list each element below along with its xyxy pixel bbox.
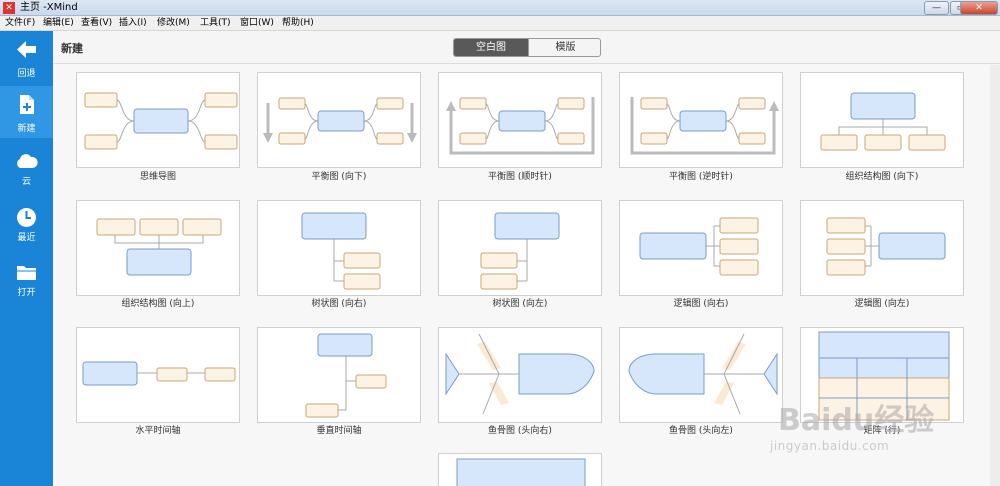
sidebar: 回退 新建 云 最近 打开: [0, 31, 53, 486]
page-title: 新建: [61, 42, 83, 55]
back-arrow-icon: [17, 41, 36, 58]
content-header: 新建 空白图 模版: [53, 31, 1000, 64]
sidebar-item-label: 云: [21, 177, 31, 187]
template-card-tree-left[interactable]: [438, 200, 602, 296]
mindmap-preview: [84, 92, 238, 150]
cloud-icon: [17, 154, 38, 168]
menu-view[interactable]: 查看(V): [81, 17, 112, 30]
org-down-preview: [820, 92, 946, 151]
template-label: 垂直时间轴: [316, 426, 362, 436]
sidebar-item-label: 打开: [17, 288, 36, 298]
template-card-mindmap[interactable]: [76, 72, 240, 168]
tab-blank-map[interactable]: 空白图: [454, 39, 528, 56]
sidebar-item-label: 回退: [17, 69, 36, 79]
template-label: 思维导图: [139, 172, 176, 182]
fishbone-left-preview: [628, 333, 778, 415]
menu-tools[interactable]: 工具(T): [200, 17, 231, 30]
template-card-timeline-horizontal[interactable]: [76, 327, 240, 423]
template-label: 组织结构图 (向下): [845, 172, 919, 182]
menu-window[interactable]: 窗口(W): [240, 17, 274, 30]
partial-preview: [456, 458, 586, 486]
menu-insert[interactable]: 插入(I): [119, 17, 147, 30]
xmind-window: ✕ 主页 -XMind — ▭ ✕ 文件(F) 编辑(E) 查看(V) 插入(I…: [0, 0, 1000, 486]
baidu-watermark: Baidu经验 jingyan.baidu.com: [770, 395, 985, 465]
template-label: 树状图 (向右): [311, 299, 367, 309]
menu-help[interactable]: 帮助(H): [282, 17, 314, 30]
window-title: 主页 -XMind: [20, 2, 78, 13]
balance-clockwise-preview: [446, 97, 595, 155]
menu-modify[interactable]: 修改(M): [157, 17, 190, 30]
vertical-scrollbar[interactable]: [990, 65, 1000, 486]
template-card-balance-down[interactable]: [257, 72, 421, 168]
template-card-org-down[interactable]: [800, 72, 964, 168]
template-label: 树状图 (向左): [492, 299, 548, 309]
template-card-balance-clockwise[interactable]: [438, 72, 602, 168]
template-label: 平衡图 (顺时针): [488, 172, 552, 182]
sidebar-item-cloud[interactable]: 云: [0, 143, 53, 195]
menu-file[interactable]: 文件(F): [5, 17, 35, 30]
org-up-preview: [96, 218, 222, 276]
folder-icon: [17, 266, 36, 280]
template-label: 平衡图 (向下): [311, 172, 367, 182]
tab-templates[interactable]: 模版: [528, 39, 600, 56]
clock-icon: [17, 208, 36, 227]
sidebar-item-recent[interactable]: 最近: [0, 199, 53, 251]
template-label: 鱼骨图 (头向右): [488, 426, 552, 436]
sidebar-item-open[interactable]: 打开: [0, 254, 53, 306]
watermark-url: jingyan.baidu.com: [770, 439, 890, 453]
template-label: 鱼骨图 (头向左): [669, 426, 733, 436]
title-bar: ✕ 主页 -XMind — ▭ ✕: [0, 0, 1000, 16]
sidebar-item-back[interactable]: 回退: [0, 31, 53, 83]
tree-left-preview: [480, 212, 560, 290]
timeline-horizontal-preview: [82, 361, 236, 386]
logic-left-preview: [826, 217, 946, 276]
template-label: 水平时间轴: [135, 426, 181, 436]
template-card-org-up[interactable]: [76, 200, 240, 296]
menu-edit[interactable]: 编辑(E): [43, 17, 74, 30]
template-label: 逻辑图 (向右): [673, 299, 729, 309]
new-file-icon: [20, 95, 34, 114]
template-card-logic-right[interactable]: [619, 200, 783, 296]
tree-right-preview: [301, 212, 381, 290]
xmind-logo-icon: ✕: [3, 2, 15, 14]
balance-counterclockwise-preview: [630, 97, 779, 155]
balance-down-preview: [263, 97, 417, 145]
logic-right-preview: [639, 217, 759, 276]
close-button[interactable]: ✕: [960, 1, 998, 15]
sidebar-item-label: 新建: [17, 124, 36, 134]
template-card-tree-right[interactable]: [257, 200, 421, 296]
menu-bar: 文件(F) 编辑(E) 查看(V) 插入(I) 修改(M) 工具(T) 窗口(W…: [0, 16, 1000, 31]
template-label: 平衡图 (逆时针): [669, 172, 733, 182]
sidebar-item-new[interactable]: 新建: [0, 86, 53, 138]
template-card-fishbone-right[interactable]: [438, 327, 602, 423]
timeline-vertical-preview: [305, 333, 387, 418]
sidebar-item-label: 最近: [17, 233, 36, 243]
fishbone-right-preview: [445, 333, 595, 415]
template-card-logic-left[interactable]: [800, 200, 964, 296]
template-card-partial[interactable]: [438, 453, 602, 486]
watermark-text: Baidu经验: [778, 403, 935, 438]
minimize-button[interactable]: —: [924, 1, 949, 15]
template-label: 逻辑图 (向左): [854, 299, 910, 309]
template-label: 组织结构图 (向上): [121, 299, 195, 309]
template-card-balance-counterclockwise[interactable]: [619, 72, 783, 168]
template-card-timeline-vertical[interactable]: [257, 327, 421, 423]
template-card-fishbone-left[interactable]: [619, 327, 783, 423]
view-switcher: 空白图 模版: [453, 38, 601, 57]
